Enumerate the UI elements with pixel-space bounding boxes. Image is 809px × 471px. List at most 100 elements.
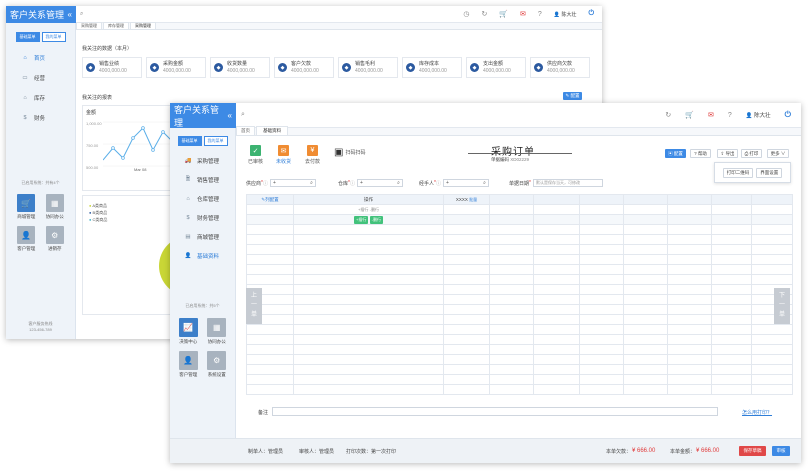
- tab-inventory[interactable]: 库存管理: [103, 22, 129, 29]
- stat-card[interactable]: ◆ 收货数量 4000,000.00: [210, 57, 270, 78]
- user-name[interactable]: 👤 陈大壮: [746, 111, 771, 119]
- sidebar-item-sales[interactable]: 🗎 销售管理: [170, 170, 235, 189]
- sidebar-item-mall[interactable]: ▤ 商城管理: [170, 227, 235, 246]
- search-icon[interactable]: ⌕: [80, 11, 83, 18]
- print-help-link[interactable]: 怎么用打印？: [742, 409, 772, 416]
- tile-settings[interactable]: ⚙ 系统设置: [203, 351, 232, 378]
- save-draft-button[interactable]: 保存草稿: [739, 446, 766, 456]
- table-cell: [489, 204, 534, 215]
- cart-icon[interactable]: 🛒: [685, 111, 694, 119]
- delete-row-link[interactable]: -删行: [370, 207, 379, 212]
- tool-audited[interactable]: ✓ 已审核: [248, 145, 263, 165]
- delete-row-button[interactable]: -删行: [369, 215, 383, 224]
- mail-icon[interactable]: ✉: [520, 10, 526, 18]
- user-name[interactable]: 👤 陈大壮: [554, 11, 577, 18]
- tool-unreceived[interactable]: ✉ 未收货: [276, 145, 291, 165]
- tile-office[interactable]: ▦ 协同办公: [41, 194, 70, 220]
- refresh-icon[interactable]: ↻: [665, 111, 671, 119]
- tab-purchase-active[interactable]: 采购管理: [130, 22, 156, 29]
- table-cell: [489, 224, 534, 235]
- table-cell: [579, 334, 624, 345]
- stat-card[interactable]: ◆ 销售业绩 4000,000.00: [82, 57, 142, 78]
- sidebar-item-finance[interactable]: $ 财务: [6, 108, 75, 128]
- print-qrcode-item[interactable]: 打印二维码: [722, 167, 754, 178]
- sidebar-item-purchase[interactable]: 🚚 采购管理: [170, 151, 235, 170]
- sidebar-tab-basic[interactable]: 基础菜单: [177, 136, 202, 146]
- more-button[interactable]: 更多 ∨: [767, 149, 789, 158]
- stat-card[interactable]: ◆ 供应商欠款 4000,000.00: [530, 57, 590, 78]
- sidebar-item-business[interactable]: ▭ 经营: [6, 68, 75, 88]
- help-icon[interactable]: ?: [538, 11, 542, 18]
- audit-button[interactable]: 审核: [772, 446, 790, 456]
- sidebar-item-basic-data[interactable]: 👤 基础资料: [170, 246, 235, 265]
- stat-card[interactable]: ◆ 采购金额 4000,000.00: [146, 57, 206, 78]
- stat-value: 4000,000.00: [355, 67, 383, 74]
- supplier-input[interactable]: + ⌕: [269, 179, 316, 187]
- breadcrumb-home[interactable]: 首页: [236, 126, 255, 135]
- insert-row-button[interactable]: +插行: [354, 215, 369, 224]
- config-button[interactable]: ▣ 配置: [665, 149, 686, 158]
- table-cell: [711, 274, 752, 285]
- config-button[interactable]: ✎ 配置: [563, 92, 582, 100]
- previous-order-button[interactable]: 上一单: [246, 288, 262, 324]
- table-cell: [533, 334, 580, 345]
- stat-value: 4000,000.00: [99, 67, 127, 74]
- breadcrumb-basic-data[interactable]: 基础资料: [256, 126, 288, 135]
- stat-card[interactable]: ◆ 支出金额 4000,000.00: [466, 57, 526, 78]
- table-cell: [623, 284, 668, 295]
- collapse-icon[interactable]: «: [68, 10, 72, 19]
- tile-mall[interactable]: 🛒 商城管理: [12, 194, 41, 220]
- next-order-button[interactable]: 下一单: [774, 288, 790, 324]
- table-cell: [579, 204, 624, 215]
- table-cell: [623, 304, 668, 315]
- table-cell: [667, 274, 712, 285]
- remark-input[interactable]: [272, 407, 718, 416]
- power-icon[interactable]: ⏻: [588, 10, 594, 18]
- table-cell: [711, 354, 752, 365]
- refresh-icon[interactable]: ↻: [481, 10, 487, 18]
- tile-inventory[interactable]: ⚙ 进销存: [41, 226, 70, 252]
- power-icon[interactable]: ⏻: [785, 110, 791, 120]
- tab-purchase[interactable]: 采购管理: [76, 22, 102, 29]
- table-row: [246, 284, 793, 295]
- warehouse-input[interactable]: + ⌕: [356, 179, 403, 187]
- finance-icon: $: [186, 214, 190, 221]
- tile-customer[interactable]: 👤 客户管理: [174, 351, 203, 378]
- print-button[interactable]: ⎙ 打印: [741, 149, 762, 158]
- user-icon: 👤: [184, 252, 192, 259]
- tile-office[interactable]: ▦ 协同办公: [203, 318, 232, 345]
- clock-icon[interactable]: ◷: [463, 10, 469, 18]
- table-cell: [533, 294, 580, 305]
- sidebar-item-warehouse[interactable]: ⌂ 仓库管理: [170, 189, 235, 208]
- cart-icon[interactable]: 🛒: [499, 10, 508, 18]
- batch-tag[interactable]: 批量: [469, 197, 477, 202]
- help-button[interactable]: ? 帮助: [690, 149, 711, 158]
- tool-scan[interactable]: ▣ 扫码扫码: [334, 147, 365, 158]
- interface-settings-item[interactable]: 界面设置: [756, 167, 783, 178]
- handler-input[interactable]: + ⌕: [442, 179, 489, 187]
- insert-row-link[interactable]: +插行: [358, 207, 368, 212]
- sidebar-item-label: 销售管理: [197, 177, 220, 184]
- date-input[interactable]: 默认是保存当天，可修改: [532, 179, 603, 187]
- table-header: ✎列配置 操作 XXXX 批量: [246, 194, 793, 205]
- mail-icon[interactable]: ✉: [708, 111, 714, 119]
- sidebar-item-stock[interactable]: ⌂ 库存: [6, 88, 75, 108]
- stat-card[interactable]: ◆ 库存成本 4000,000.00: [402, 57, 462, 78]
- table-cell: [533, 234, 580, 245]
- tool-pay[interactable]: ¥ 去付款: [305, 145, 320, 165]
- sidebar-item-finance[interactable]: $ 财务管理: [170, 208, 235, 227]
- sidebar-tab-basic[interactable]: 基础菜单: [15, 32, 40, 42]
- sidebar-item-home[interactable]: ⌂ 首页: [6, 48, 75, 68]
- tile-decision[interactable]: 📈 决策中心: [174, 318, 203, 345]
- stat-card[interactable]: ◆ 销售毛利 4000,000.00: [338, 57, 398, 78]
- tool-label: 已审核: [248, 159, 264, 165]
- column-config-header[interactable]: ✎列配置: [246, 194, 294, 205]
- collapse-icon[interactable]: «: [228, 111, 232, 120]
- sidebar-tab-mine[interactable]: 我的菜单: [41, 32, 66, 42]
- help-icon[interactable]: ?: [728, 112, 732, 119]
- export-button[interactable]: ⇪ 导出: [717, 149, 738, 158]
- stat-card[interactable]: ◆ 客户欠款 4000,000.00: [274, 57, 334, 78]
- search-icon[interactable]: ⌕: [241, 111, 245, 119]
- sidebar-tab-mine[interactable]: 我的菜单: [203, 136, 228, 146]
- tile-customer[interactable]: 👤 客户管理: [12, 226, 41, 252]
